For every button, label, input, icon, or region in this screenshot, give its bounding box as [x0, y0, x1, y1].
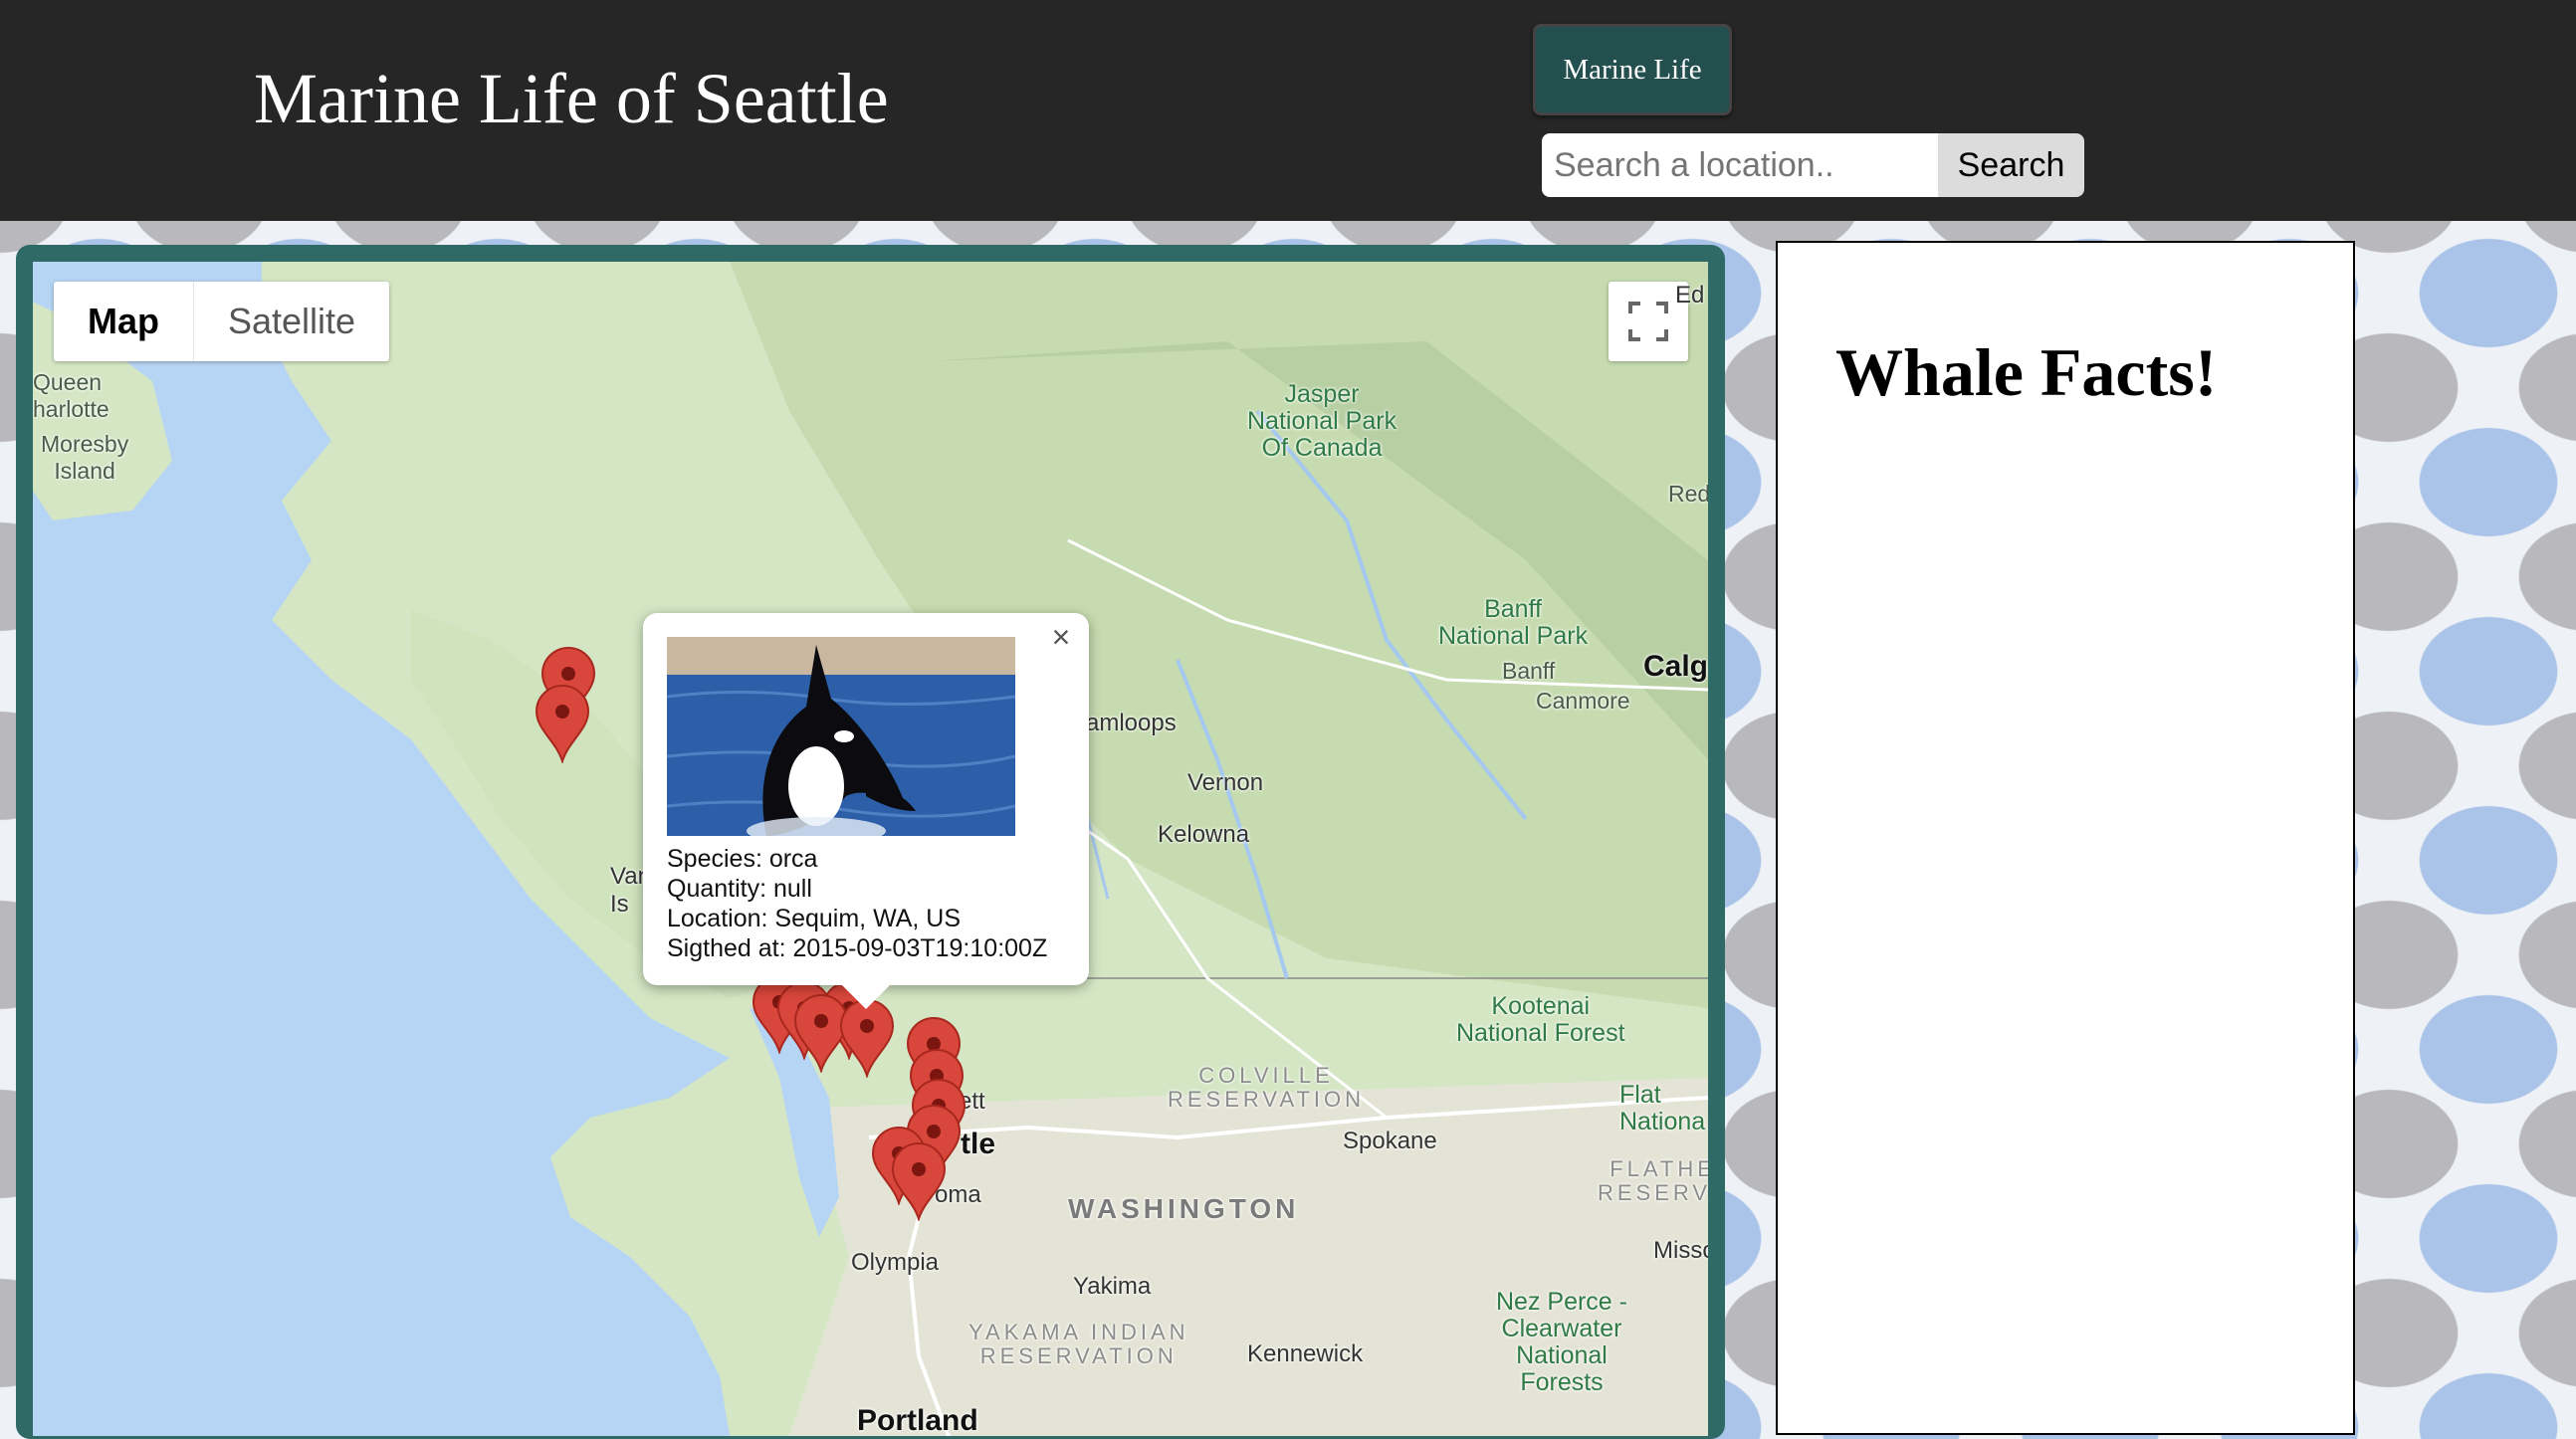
info-species: Species: orca	[667, 845, 818, 873]
map-type-satellite-button[interactable]: Satellite	[194, 282, 389, 361]
orca-photo-image	[667, 637, 1015, 836]
map-label-calgary: Calga	[1643, 650, 1708, 683]
map-label-portland: Portland	[857, 1404, 978, 1436]
map-label-kennewick: Kennewick	[1247, 1340, 1364, 1367]
marine-life-nav-button[interactable]: Marine Life	[1533, 24, 1732, 115]
map-label-yakama: YAKAMA INDIAN RESERVATION	[968, 1320, 1189, 1368]
map-label-washington: WASHINGTON	[1068, 1193, 1300, 1224]
info-quantity: Quantity: null	[667, 875, 812, 903]
map-label-kootenai: Kootenai National Forest	[1456, 992, 1625, 1047]
orca-photo	[667, 637, 1015, 836]
map-label-olympia: Olympia	[851, 1249, 940, 1276]
location-search-input[interactable]	[1542, 133, 1938, 197]
map-label-spokane: Spokane	[1343, 1128, 1437, 1154]
map-label-red: Red	[1668, 481, 1708, 507]
map-type-control[interactable]: Map Satellite	[54, 282, 390, 361]
map-label-queen-charlotte: Queen harlotte	[33, 369, 109, 422]
info-sighted-at: Sigthed at: 2015-09-03T19:10:00Z	[667, 934, 1048, 962]
sightings-map[interactable]: Map Satellite Queen harlotte Moresby Isl…	[33, 262, 1708, 1436]
sighting-marker[interactable]	[533, 684, 592, 763]
site-header: Marine Life of Seattle Marine Life Searc…	[0, 0, 2576, 221]
map-label-jasper: Jasper National Park Of Canada	[1247, 380, 1397, 462]
search-button[interactable]: Search	[1938, 133, 2084, 197]
sighting-info-window: × Species: orca Quantity: null Location:…	[643, 613, 1089, 1009]
map-label-colville: COLVILLE RESERVATION	[1168, 1063, 1366, 1112]
whale-facts-panel: Whale Facts!	[1776, 241, 2355, 1435]
map-label-moresby: Moresby Island	[41, 431, 129, 484]
map-label-nez-perce: Nez Perce - Clearwater National Forests	[1496, 1288, 1627, 1396]
whale-facts-title: Whale Facts!	[1835, 334, 2218, 410]
map-label-yakima: Yakima	[1073, 1273, 1152, 1300]
map-label-kelowna: Kelowna	[1158, 821, 1250, 848]
map-label-flat: Flat Nationa	[1619, 1081, 1706, 1135]
map-label-vernon: Vernon	[1187, 769, 1264, 796]
map-label-ed: Ed	[1675, 282, 1705, 308]
site-title: Marine Life of Seattle	[254, 59, 889, 138]
map-label-banff: Banff	[1502, 658, 1556, 684]
map-label-canmore: Canmore	[1536, 688, 1630, 714]
sighting-marker[interactable]	[889, 1141, 949, 1221]
info-window-close-button[interactable]: ×	[1041, 617, 1081, 657]
info-window-details: Species: orca Quantity: null Location: S…	[667, 844, 1047, 963]
sighting-marker[interactable]	[837, 998, 897, 1078]
map-label-flathead: FLATHE RESERVA	[1598, 1156, 1708, 1205]
map-label-banff-park: Banff National Park	[1438, 595, 1589, 650]
map-type-map-button[interactable]: Map	[54, 282, 194, 361]
map-label-missoula: Misso	[1653, 1237, 1708, 1264]
info-location: Location: Sequim, WA, US	[667, 905, 962, 932]
map-label-kamloops: amloops	[1086, 710, 1177, 736]
